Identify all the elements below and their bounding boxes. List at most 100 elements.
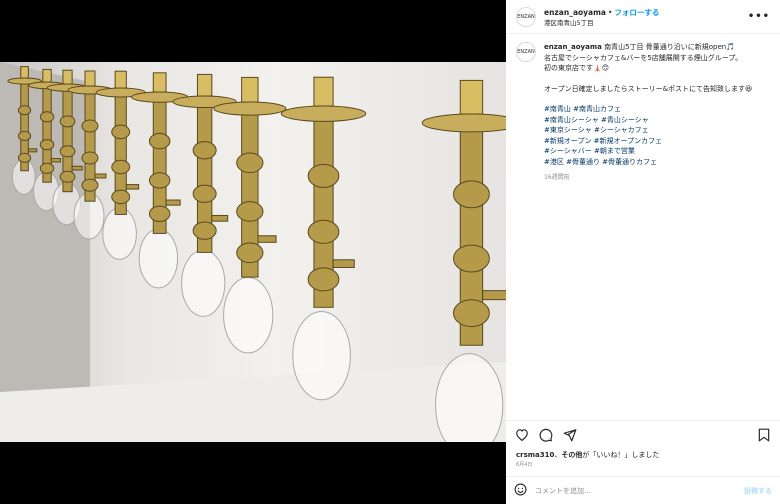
caption: ENZAN enzan_aoyama 南青山5丁目 骨董通り沿いに新規open🎵…	[506, 34, 780, 184]
hookah-bowl	[42, 68, 52, 83]
hookah-base	[138, 228, 179, 289]
username-link[interactable]: enzan_aoyama	[544, 8, 606, 17]
hookah-bulge	[59, 170, 76, 183]
likes-summary: crsma310、その他が「いいね！」しました	[516, 450, 659, 460]
hookah-port	[71, 165, 83, 171]
hookah-bulge	[148, 205, 171, 222]
post-sidebar: ENZAN enzan_aoyama • フォローする 港区南青山5丁目 ••• E…	[506, 0, 780, 504]
hookah-port	[482, 290, 506, 301]
hookah-bulge	[39, 111, 55, 123]
emoji-icon[interactable]	[514, 481, 527, 500]
hookah-base	[292, 310, 351, 401]
caption-body: enzan_aoyama 南青山5丁目 骨董通り沿いに新規open🎵 名古屋でシ…	[544, 42, 770, 184]
separator: •	[607, 8, 613, 17]
share-icon[interactable]	[562, 427, 578, 443]
hookah-base	[181, 249, 226, 317]
hashtag-line[interactable]: #港区 #骨董通り #骨董通りカフェ	[544, 157, 770, 168]
comment-icon[interactable]	[538, 427, 554, 443]
bookmark-icon[interactable]	[756, 427, 772, 443]
hookah-bulge	[81, 119, 99, 133]
avatar[interactable]: ENZAN	[516, 6, 536, 27]
hookah-base	[223, 276, 274, 354]
hookah-bulge	[236, 201, 264, 222]
hookah-bulge	[307, 267, 340, 292]
location-link[interactable]: 港区南青山5丁目	[544, 18, 659, 29]
hookah-tray	[213, 101, 287, 116]
hookah-port	[211, 214, 229, 222]
hookah-bowl	[62, 69, 73, 85]
liker-username[interactable]: crsma310	[516, 451, 554, 459]
post-header: ENZAN enzan_aoyama • フォローする 港区南青山5丁目 •••	[506, 0, 780, 34]
caption-avatar[interactable]: ENZAN	[516, 42, 536, 62]
action-bar	[506, 420, 780, 448]
hookah-bulge	[453, 180, 490, 209]
instagram-post-modal: ENZAN enzan_aoyama • フォローする 港区南青山5丁目 ••• E…	[0, 0, 780, 504]
hookah-port	[332, 259, 355, 268]
follow-button[interactable]: フォローする	[614, 8, 659, 17]
hookah-port	[94, 173, 107, 179]
hookah-bulge	[453, 299, 490, 328]
caption-line2: 名古屋でシーシャカフェ&バーを5店舗展開する煙山グループ。	[544, 53, 743, 62]
hashtag-line[interactable]: #南青山 #南青山カフェ	[544, 104, 770, 115]
hookah-bulge	[81, 151, 99, 165]
caption-username[interactable]: enzan_aoyama	[544, 43, 602, 51]
post-comment-button[interactable]: 投稿する	[744, 486, 772, 496]
hookah-bulge	[192, 141, 217, 160]
hookah-bulge	[192, 184, 217, 203]
time-ago[interactable]: 16週間前	[544, 173, 770, 184]
hookah-bowl	[196, 73, 213, 97]
hookah-bulge	[307, 219, 340, 244]
hookah-base	[102, 207, 137, 260]
hookah-port	[257, 235, 277, 243]
comment-bar: 投稿する	[506, 476, 780, 504]
hookah-bulge	[111, 159, 131, 175]
avatar-text: ENZAN	[517, 13, 535, 20]
hookah-tray	[280, 105, 367, 122]
hookah-bowl	[241, 76, 259, 103]
hookah-bulge	[39, 139, 55, 151]
hashtag-line[interactable]: #東京シーシャ #シーシャカフェ	[544, 125, 770, 136]
hookah-bowl	[114, 70, 127, 89]
hookah-port	[165, 199, 181, 206]
post-image-pane	[0, 0, 506, 504]
hookah-bowl	[20, 66, 29, 79]
hashtag-line[interactable]: #南青山シーシャ #青山シーシャ	[544, 115, 770, 126]
hookah-bulge	[236, 152, 264, 174]
hookah-port	[50, 158, 61, 163]
more-options-icon[interactable]: •••	[748, 11, 770, 22]
hookah-bulge	[111, 124, 131, 140]
hookah-bulge	[192, 221, 217, 240]
hookah-bulge	[148, 172, 171, 189]
hookah-bulge	[453, 244, 490, 273]
hookah-port	[27, 148, 38, 153]
hookah-bulge	[59, 145, 76, 158]
hookah-bowl	[459, 79, 484, 115]
caption-line1: 南青山5丁目 骨董通り沿いに新規open🎵	[604, 43, 735, 51]
hookah-bulge	[81, 178, 99, 192]
hookah-bulge	[111, 189, 131, 205]
caption-line4: オープン日確定しましたらストーリー&ポストにて告知致します😆	[544, 84, 753, 93]
hookah-bulge	[39, 162, 55, 174]
hookah-port	[125, 184, 140, 190]
post-date[interactable]: 6月4日	[516, 461, 532, 468]
hashtag-line[interactable]: #新規オープン #新規オープンカフェ	[544, 136, 770, 147]
likes-others-link[interactable]: その他	[561, 451, 582, 459]
header-text: enzan_aoyama • フォローする 港区南青山5丁目	[544, 4, 659, 29]
likes-suffix: が「いいね！」しました	[582, 451, 660, 459]
hookah-bulge	[307, 163, 340, 188]
hookah-bulge	[17, 105, 32, 116]
post-image[interactable]	[0, 62, 506, 442]
hookah-bulge	[17, 130, 32, 142]
caption-line3: 初の東京店です🗼😊	[544, 64, 610, 72]
caption-first-line: enzan_aoyama 南青山5丁目 骨董通り沿いに新規open🎵	[544, 42, 770, 53]
hookah-bowl	[313, 76, 334, 107]
hookah-tray	[421, 113, 506, 133]
hookah-bulge	[148, 132, 171, 150]
hashtag-line[interactable]: #シーシャバー #朝まで営業	[544, 146, 770, 157]
comment-input[interactable]	[535, 486, 715, 495]
heart-icon[interactable]	[514, 427, 530, 443]
hookah-bulge	[59, 115, 76, 128]
hookah-illustration	[0, 62, 506, 442]
hookah-bowl	[152, 72, 167, 93]
